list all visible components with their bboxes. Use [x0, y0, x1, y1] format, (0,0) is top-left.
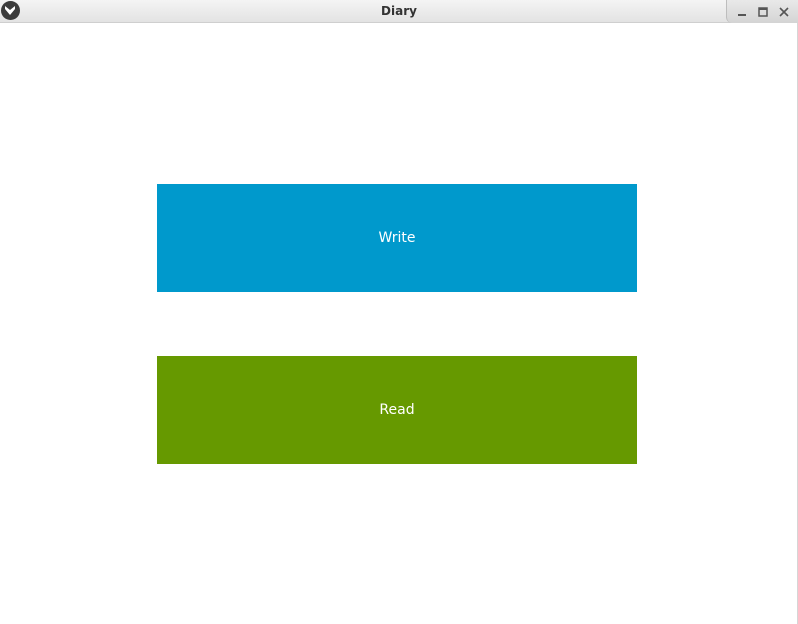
- maximize-icon[interactable]: [756, 4, 770, 18]
- title-bar[interactable]: Diary: [0, 0, 798, 23]
- read-button[interactable]: Read: [157, 356, 637, 464]
- app-window: Diary Write Read: [0, 0, 798, 624]
- minimize-icon[interactable]: [735, 4, 749, 18]
- window-title: Diary: [381, 4, 417, 18]
- window-controls: [726, 0, 798, 23]
- write-button[interactable]: Write: [157, 184, 637, 292]
- close-icon[interactable]: [777, 4, 791, 18]
